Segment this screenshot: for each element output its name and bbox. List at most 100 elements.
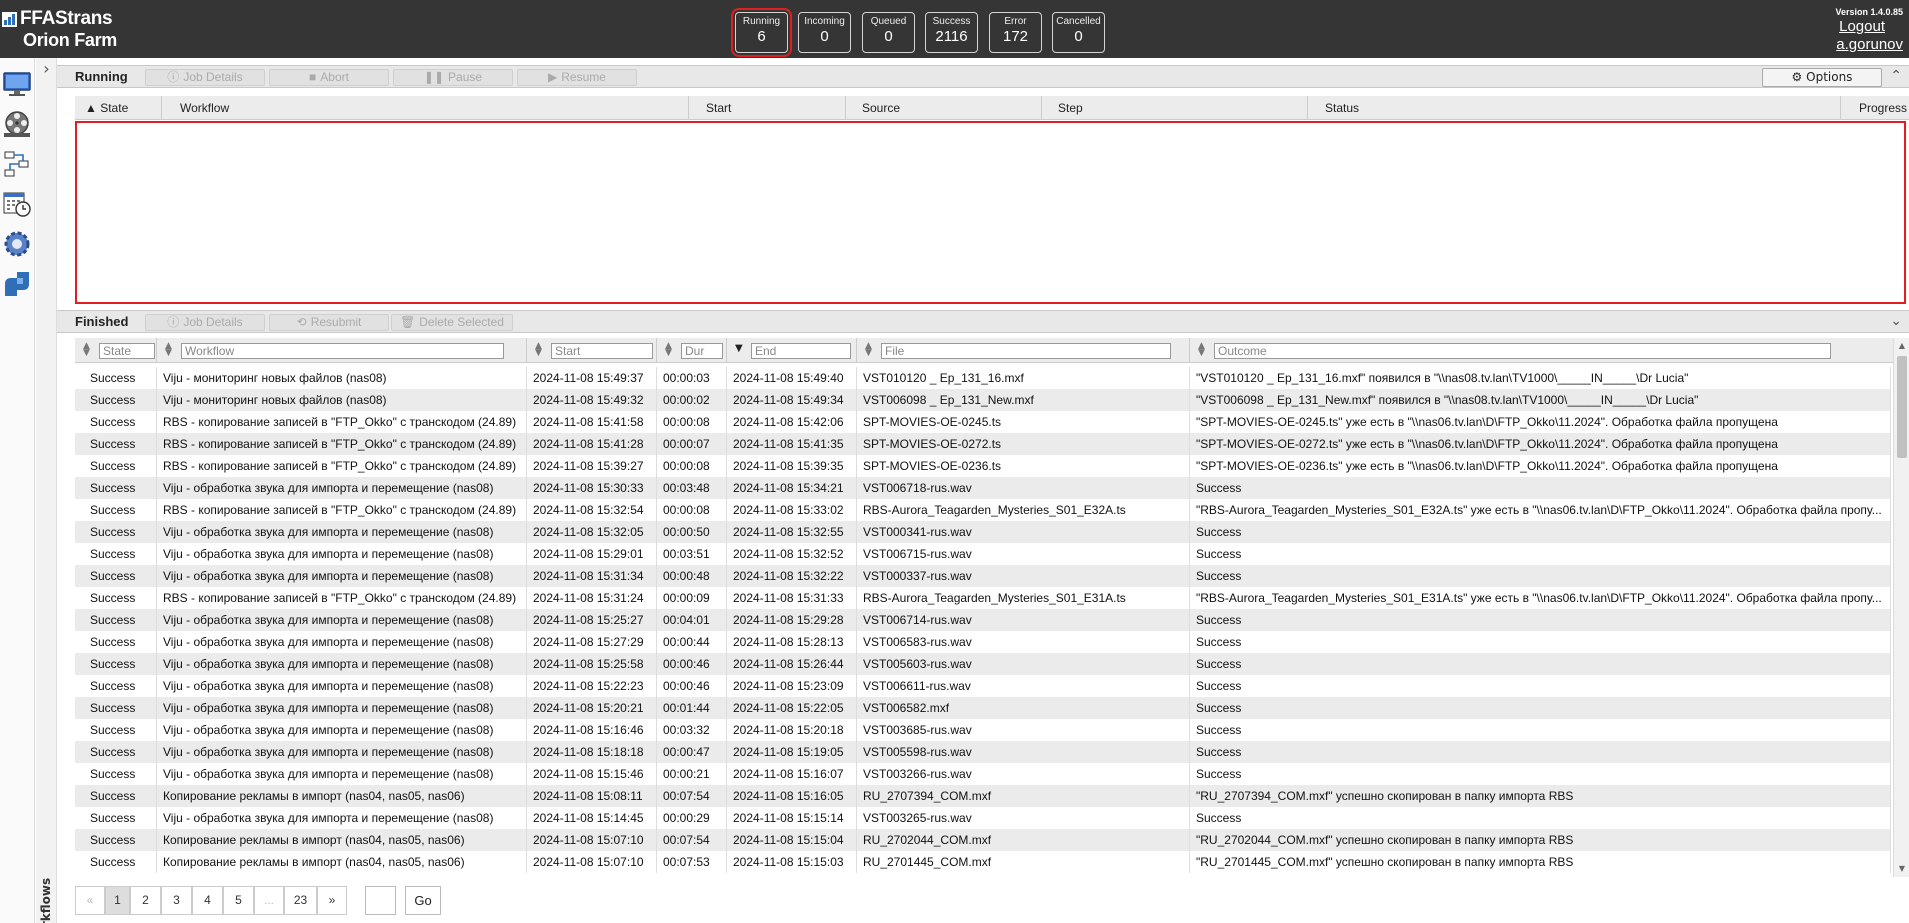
page-button[interactable]: 2 xyxy=(130,886,161,915)
filter-file-input[interactable] xyxy=(881,343,1171,359)
counter-queued[interactable]: Queued 0 xyxy=(862,12,915,53)
prev-page-button[interactable]: « xyxy=(75,886,105,915)
pause-button[interactable]: ❚❚ Pause xyxy=(393,69,513,86)
counter-running[interactable]: Running 6 xyxy=(731,8,792,57)
table-row[interactable]: Success Копирование рекламы в импорт (nas… xyxy=(75,851,1891,873)
options-button[interactable]: ⚙ Options xyxy=(1762,68,1882,87)
chevron-down-icon[interactable]: ⌄ xyxy=(1890,313,1902,329)
finished-panel-header: Finished ⓘ Job Details ⟲ Resubmit 🗑 Delete … xyxy=(57,310,1909,333)
page-button[interactable]: 3 xyxy=(161,886,192,915)
col-source[interactable]: Source xyxy=(846,96,1042,120)
page-button[interactable]: 1 xyxy=(105,886,130,915)
next-page-button[interactable]: » xyxy=(317,886,347,915)
table-row[interactable]: Success Viju - мониторинг новых файлов (n… xyxy=(75,389,1891,411)
table-row[interactable]: Success Viju - обработка звука для импорт… xyxy=(75,807,1891,829)
col-dur[interactable]: ▲ ▼ xyxy=(657,338,727,363)
table-row[interactable]: Success Viju - обработка звука для импорт… xyxy=(75,543,1891,565)
filter-outcome-input[interactable] xyxy=(1214,343,1831,359)
job-details-button[interactable]: ⓘ Job Details xyxy=(145,69,265,86)
table-row[interactable]: Success Viju - обработка звука для импорт… xyxy=(75,565,1891,587)
username-link[interactable]: a.gorunov xyxy=(1836,36,1903,53)
counter-error[interactable]: Error 172 xyxy=(989,12,1042,53)
col-step[interactable]: Step xyxy=(1042,96,1308,120)
counter-cancelled[interactable]: Cancelled 0 xyxy=(1052,12,1105,53)
job-details-button[interactable]: ⓘ Job Details xyxy=(145,314,265,331)
table-row[interactable]: Success RBS - копирование записей в "FTP_… xyxy=(75,587,1891,609)
table-row[interactable]: Success Viju - обработка звука для импорт… xyxy=(75,697,1891,719)
table-row[interactable]: Success Копирование рекламы в импорт (nas… xyxy=(75,785,1891,807)
table-row[interactable]: Success RBS - копирование записей в "FTP_… xyxy=(75,499,1891,521)
table-row[interactable]: Success Viju - обработка звука для импорт… xyxy=(75,521,1891,543)
table-row[interactable]: Success Viju - обработка звука для импорт… xyxy=(75,719,1891,741)
film-reel-icon[interactable] xyxy=(0,106,34,142)
cell-file: VST006098 _ Ep_131_New.mxf xyxy=(857,389,1190,411)
col-outcome[interactable]: ▲ ▼ xyxy=(1190,338,1893,363)
scheduler-icon[interactable] xyxy=(0,186,34,222)
table-row[interactable]: Success Viju - мониторинг новых файлов (n… xyxy=(75,367,1891,389)
cell-duration: 00:00:44 xyxy=(657,631,727,653)
cell-state: Success xyxy=(75,675,157,697)
page-button[interactable]: 23 xyxy=(284,886,317,915)
counter-incoming[interactable]: Incoming 0 xyxy=(798,12,851,53)
col-end[interactable]: ▼ xyxy=(727,338,857,363)
filter-state-input[interactable] xyxy=(99,343,155,359)
go-button[interactable]: Go xyxy=(405,886,441,915)
table-row[interactable]: Success Viju - обработка звука для импорт… xyxy=(75,631,1891,653)
workflow-nodes-icon[interactable] xyxy=(0,146,34,182)
cell-duration: 00:00:46 xyxy=(657,675,727,697)
cell-end: 2024-11-08 15:32:55 xyxy=(727,521,857,543)
table-row[interactable]: Success Viju - обработка звука для импорт… xyxy=(75,609,1891,631)
ffastrans-logo-icon[interactable] xyxy=(0,266,34,302)
table-row[interactable]: Success Viju - обработка звука для импорт… xyxy=(75,675,1891,697)
col-state[interactable]: ▲ ▼ xyxy=(75,338,157,363)
table-row[interactable]: Success RBS - копирование записей в "FTP_… xyxy=(75,433,1891,455)
table-row[interactable]: Success Viju - обработка звука для импорт… xyxy=(75,741,1891,763)
scrollbar-thumb[interactable] xyxy=(1897,356,1907,458)
filter-workflow-input[interactable] xyxy=(181,343,504,359)
cell-end: 2024-11-08 15:15:14 xyxy=(727,807,857,829)
col-workflow[interactable]: ▲ ▼ xyxy=(157,338,527,363)
table-row[interactable]: Success RBS - копирование записей в "FTP_… xyxy=(75,411,1891,433)
col-start[interactable]: Start xyxy=(689,96,846,120)
cell-end: 2024-11-08 15:33:02 xyxy=(727,499,857,521)
table-row[interactable]: Success Копирование рекламы в импорт (nas… xyxy=(75,829,1891,851)
cell-duration: 00:03:32 xyxy=(657,719,727,741)
resubmit-button[interactable]: ⟲ Resubmit xyxy=(269,314,389,331)
col-state[interactable]: ▲ State xyxy=(75,96,162,120)
abort-button[interactable]: ■ Abort xyxy=(269,69,389,86)
filter-end-input[interactable] xyxy=(751,343,851,359)
table-row[interactable]: Success Viju - обработка звука для импорт… xyxy=(75,653,1891,675)
page-button[interactable]: 4 xyxy=(192,886,223,915)
settings-gear-icon[interactable] xyxy=(0,226,34,262)
page-button[interactable]: 5 xyxy=(223,886,254,915)
cell-outcome: "SPT-MOVIES-OE-0245.ts" уже есть в "\\na… xyxy=(1190,411,1891,433)
filter-dur-input[interactable] xyxy=(681,343,723,359)
col-start[interactable]: ▲ ▼ xyxy=(527,338,657,363)
table-row[interactable]: Success Viju - обработка звука для импорт… xyxy=(75,763,1891,785)
filter-start-input[interactable] xyxy=(551,343,653,359)
chevron-right-icon[interactable]: › xyxy=(39,61,54,77)
table-row[interactable]: Success Viju - обработка звука для импорт… xyxy=(75,477,1891,499)
sort-icon: ▲ ▼ xyxy=(665,341,672,358)
col-file[interactable]: ▲ ▼ xyxy=(857,338,1190,363)
scroll-down-icon[interactable]: ▼ xyxy=(1894,861,1909,877)
cell-outcome: Success xyxy=(1190,543,1891,565)
page-number-input[interactable] xyxy=(365,886,396,915)
col-status[interactable]: Status xyxy=(1308,96,1841,120)
finished-scrollbar[interactable]: ▲ ▼ xyxy=(1893,338,1909,877)
col-progress[interactable]: Progress xyxy=(1841,96,1909,120)
resume-button[interactable]: ▶ Resume xyxy=(517,69,637,86)
col-workflow[interactable]: Workflow xyxy=(162,96,689,120)
cell-start: 2024-11-08 15:31:24 xyxy=(527,587,657,609)
counter-success[interactable]: Success 2116 xyxy=(925,12,978,53)
cell-file: VST003685-rus.wav xyxy=(857,719,1190,741)
chevron-up-icon[interactable]: ⌃ xyxy=(1890,68,1902,84)
cell-end: 2024-11-08 15:49:40 xyxy=(727,367,857,389)
running-panel-header: Running ⓘ Job Details ■ Abort ❚❚ Pause ▶ Res… xyxy=(57,65,1909,88)
logout-link[interactable]: Logout xyxy=(1839,18,1885,35)
cell-workflow: Viju - обработка звука для импорта и пер… xyxy=(157,763,527,785)
table-row[interactable]: Success RBS - копирование записей в "FTP_… xyxy=(75,455,1891,477)
scroll-up-icon[interactable]: ▲ xyxy=(1894,338,1909,354)
delete-selected-button[interactable]: 🗑 Delete Selected xyxy=(391,314,513,331)
monitor-icon[interactable] xyxy=(0,66,34,102)
